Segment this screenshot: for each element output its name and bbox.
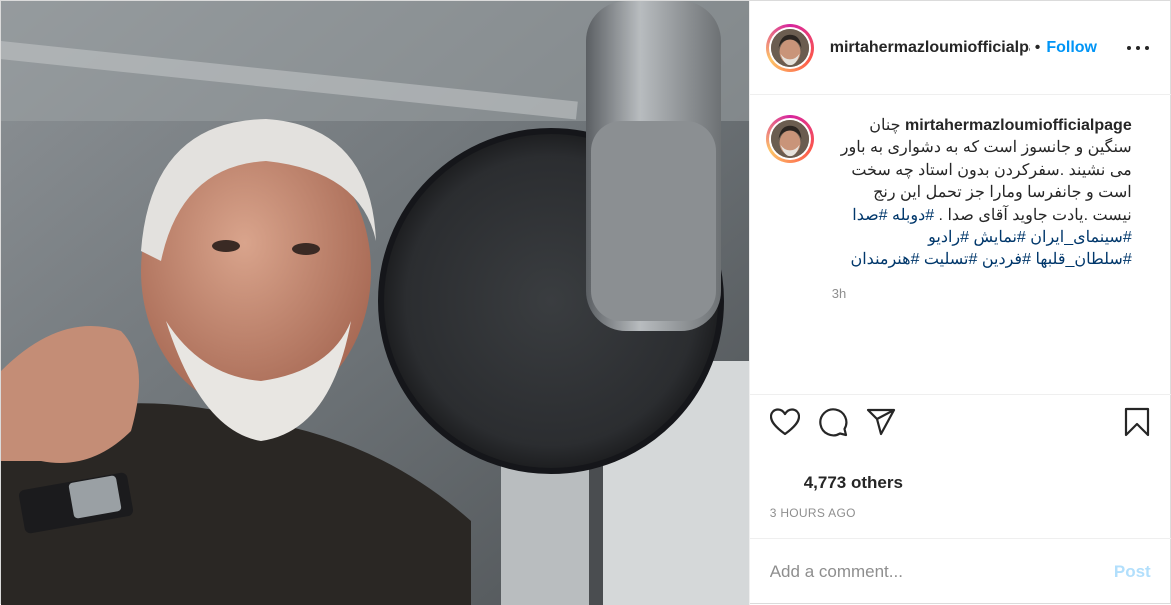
separator-dot: •: [1034, 38, 1041, 56]
studio-portrait-image: [1, 1, 749, 605]
heart-icon[interactable]: [768, 405, 802, 439]
caption-text: mirtahermazloumiofficialpage چنان سنگین …: [832, 115, 1132, 272]
instagram-post: mirtahermazloumiofficialpage • Follow: [0, 0, 1171, 605]
hashtag[interactable]: #سینمای_ایران: [1030, 229, 1131, 246]
caption-avatar[interactable]: [765, 115, 814, 163]
caption-username[interactable]: mirtahermazloumiofficialpage: [905, 117, 1132, 134]
hashtag[interactable]: #تسلیت: [924, 251, 977, 268]
bookmark-icon[interactable]: [1120, 405, 1154, 439]
hashtag[interactable]: #سلطان_قلبها: [1035, 251, 1131, 268]
profile-photo: [770, 120, 809, 158]
hashtag[interactable]: #هنرمندان: [850, 251, 919, 268]
hashtag[interactable]: #فردین: [982, 251, 1031, 268]
hashtag[interactable]: #رادیو: [928, 229, 969, 246]
comment-input[interactable]: [769, 562, 1114, 582]
post-photo[interactable]: [1, 1, 749, 605]
post-header: mirtahermazloumiofficialpage • Follow: [749, 1, 1171, 95]
action-bar: [768, 405, 1158, 445]
follow-button[interactable]: Follow: [1046, 39, 1097, 57]
hashtag[interactable]: #نمایش: [974, 229, 1026, 246]
paper-plane-icon[interactable]: [864, 405, 898, 439]
comment-form: Post: [749, 538, 1171, 605]
posted-time[interactable]: 3 HOURS AGO: [770, 506, 856, 520]
post-sidebar: mirtahermazloumiofficialpage • Follow: [748, 1, 1171, 605]
avatar[interactable]: [765, 23, 814, 72]
header-username[interactable]: mirtahermazloumiofficialpage: [830, 39, 1030, 57]
caption: mirtahermazloumiofficialpage چنان سنگین …: [765, 115, 1156, 301]
hashtag[interactable]: #دوبله: [892, 207, 934, 224]
post-button[interactable]: Post: [1114, 562, 1151, 582]
more-options-icon[interactable]: [1126, 37, 1149, 59]
hashtag[interactable]: #صدا: [852, 207, 887, 224]
likes-count[interactable]: 4,773 others: [804, 473, 903, 493]
comment-icon[interactable]: [816, 405, 850, 439]
caption-age[interactable]: 3h: [832, 286, 1132, 301]
profile-photo: [770, 28, 809, 67]
divider: [749, 394, 1171, 395]
